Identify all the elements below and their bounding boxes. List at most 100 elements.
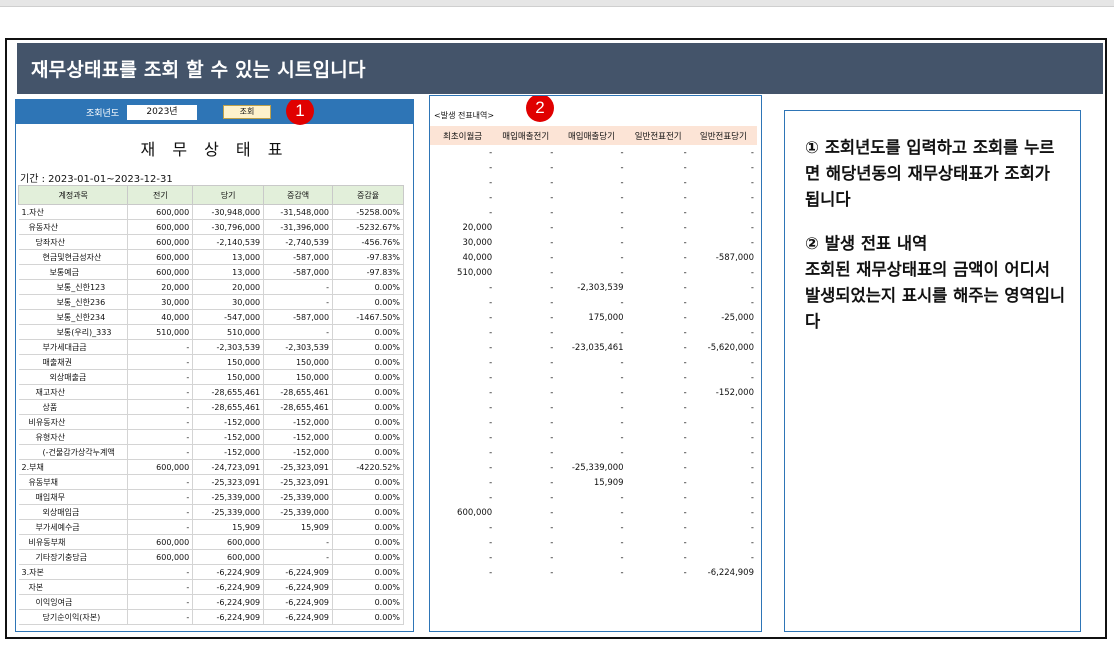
account-cell[interactable]: 재고자산 [18, 384, 129, 400]
voucher-cell[interactable]: - [495, 520, 556, 535]
curr-cell[interactable]: -6,224,909 [192, 594, 265, 610]
rate-cell[interactable]: 0.00% [332, 399, 404, 415]
voucher-cell[interactable]: 20,000 [430, 220, 495, 235]
voucher-cell[interactable]: -23,035,461 [556, 340, 626, 355]
account-cell[interactable]: 비유동부채 [18, 534, 129, 550]
curr-cell[interactable]: -6,224,909 [192, 564, 265, 580]
account-cell[interactable]: 비유동자산 [18, 414, 129, 430]
voucher-cell[interactable]: - [690, 325, 757, 340]
rate-cell[interactable]: -97.83% [332, 249, 404, 265]
curr-cell[interactable]: -152,000 [192, 429, 265, 445]
voucher-cell[interactable]: 175,000 [556, 310, 626, 325]
diff-cell[interactable]: 150,000 [263, 369, 334, 385]
voucher-cell[interactable]: - [627, 445, 690, 460]
curr-cell[interactable]: -152,000 [192, 444, 265, 460]
voucher-cell[interactable]: - [430, 400, 495, 415]
voucher-cell[interactable]: -5,620,000 [690, 340, 757, 355]
voucher-cell[interactable]: - [627, 415, 690, 430]
prev-cell[interactable]: 20,000 [127, 279, 194, 295]
voucher-cell[interactable]: - [556, 205, 626, 220]
voucher-cell[interactable]: - [430, 205, 495, 220]
account-cell[interactable]: 1.자산 [18, 204, 129, 220]
voucher-cell[interactable]: - [495, 295, 556, 310]
voucher-cell[interactable]: - [495, 340, 556, 355]
voucher-cell[interactable]: - [627, 355, 690, 370]
voucher-cell[interactable]: - [495, 505, 556, 520]
curr-cell[interactable]: -25,339,000 [192, 504, 265, 520]
rate-cell[interactable]: -4220.52% [332, 459, 404, 475]
voucher-cell[interactable]: - [627, 175, 690, 190]
query-year-input[interactable]: 2023년 [127, 105, 197, 120]
curr-cell[interactable]: 150,000 [192, 354, 265, 370]
diff-cell[interactable]: -31,396,000 [263, 219, 334, 235]
voucher-cell[interactable]: -2,303,539 [556, 280, 626, 295]
prev-cell[interactable]: 600,000 [127, 264, 194, 280]
voucher-cell[interactable]: - [556, 220, 626, 235]
voucher-cell[interactable]: - [556, 415, 626, 430]
voucher-cell[interactable]: - [495, 415, 556, 430]
voucher-cell[interactable]: - [690, 145, 757, 160]
rate-cell[interactable]: 0.00% [332, 534, 404, 550]
voucher-cell[interactable]: - [627, 550, 690, 565]
diff-cell[interactable]: -2,740,539 [263, 234, 334, 250]
voucher-cell[interactable]: - [556, 430, 626, 445]
rate-cell[interactable]: 0.00% [332, 579, 404, 595]
rate-cell[interactable]: 0.00% [332, 594, 404, 610]
prev-cell[interactable]: - [127, 444, 194, 460]
voucher-cell[interactable]: - [430, 535, 495, 550]
account-cell[interactable]: 유동자산 [18, 219, 129, 235]
diff-cell[interactable]: -6,224,909 [263, 594, 334, 610]
voucher-cell[interactable]: - [430, 295, 495, 310]
voucher-cell[interactable]: - [430, 550, 495, 565]
prev-cell[interactable]: - [127, 579, 194, 595]
prev-cell[interactable]: 510,000 [127, 324, 194, 340]
voucher-cell[interactable]: - [690, 490, 757, 505]
voucher-cell[interactable]: - [430, 445, 495, 460]
rate-cell[interactable]: -1467.50% [332, 309, 404, 325]
prev-cell[interactable]: - [127, 339, 194, 355]
voucher-cell[interactable]: - [430, 160, 495, 175]
voucher-cell[interactable]: - [495, 550, 556, 565]
voucher-cell[interactable]: - [430, 415, 495, 430]
voucher-cell[interactable]: -587,000 [690, 250, 757, 265]
voucher-cell[interactable]: - [495, 325, 556, 340]
curr-cell[interactable]: 15,909 [192, 519, 265, 535]
voucher-cell[interactable]: - [690, 415, 757, 430]
rate-cell[interactable]: 0.00% [332, 549, 404, 565]
prev-cell[interactable]: - [127, 609, 194, 625]
voucher-cell[interactable]: - [627, 400, 690, 415]
prev-cell[interactable]: - [127, 429, 194, 445]
voucher-cell[interactable]: - [690, 190, 757, 205]
curr-cell[interactable]: 30,000 [192, 294, 265, 310]
diff-cell[interactable]: -587,000 [263, 249, 334, 265]
curr-cell[interactable]: 20,000 [192, 279, 265, 295]
voucher-cell[interactable]: - [556, 520, 626, 535]
diff-cell[interactable]: - [263, 549, 334, 565]
diff-cell[interactable]: - [263, 294, 334, 310]
curr-cell[interactable]: -2,140,539 [192, 234, 265, 250]
account-cell[interactable]: 당기순이익(자본) [18, 609, 129, 625]
voucher-cell[interactable]: - [556, 265, 626, 280]
voucher-cell[interactable]: - [556, 505, 626, 520]
voucher-cell[interactable]: - [627, 340, 690, 355]
voucher-cell[interactable]: - [690, 535, 757, 550]
prev-cell[interactable]: 600,000 [127, 249, 194, 265]
diff-cell[interactable]: -587,000 [263, 264, 334, 280]
rate-cell[interactable]: 0.00% [332, 294, 404, 310]
voucher-cell[interactable]: - [690, 235, 757, 250]
voucher-cell[interactable]: - [690, 475, 757, 490]
voucher-cell[interactable]: - [430, 430, 495, 445]
voucher-cell[interactable]: - [495, 490, 556, 505]
voucher-cell[interactable]: - [690, 460, 757, 475]
rate-cell[interactable]: 0.00% [332, 609, 404, 625]
curr-cell[interactable]: -25,339,000 [192, 489, 265, 505]
account-cell[interactable]: 보통(우리)_333 [18, 324, 129, 340]
diff-cell[interactable]: 15,909 [263, 519, 334, 535]
diff-cell[interactable]: -25,339,000 [263, 504, 334, 520]
voucher-cell[interactable]: - [556, 490, 626, 505]
diff-cell[interactable]: 150,000 [263, 354, 334, 370]
prev-cell[interactable]: - [127, 354, 194, 370]
rate-cell[interactable]: -5232.67% [332, 219, 404, 235]
account-cell[interactable]: 외상매입금 [18, 504, 129, 520]
account-cell[interactable]: 매출채권 [18, 354, 129, 370]
